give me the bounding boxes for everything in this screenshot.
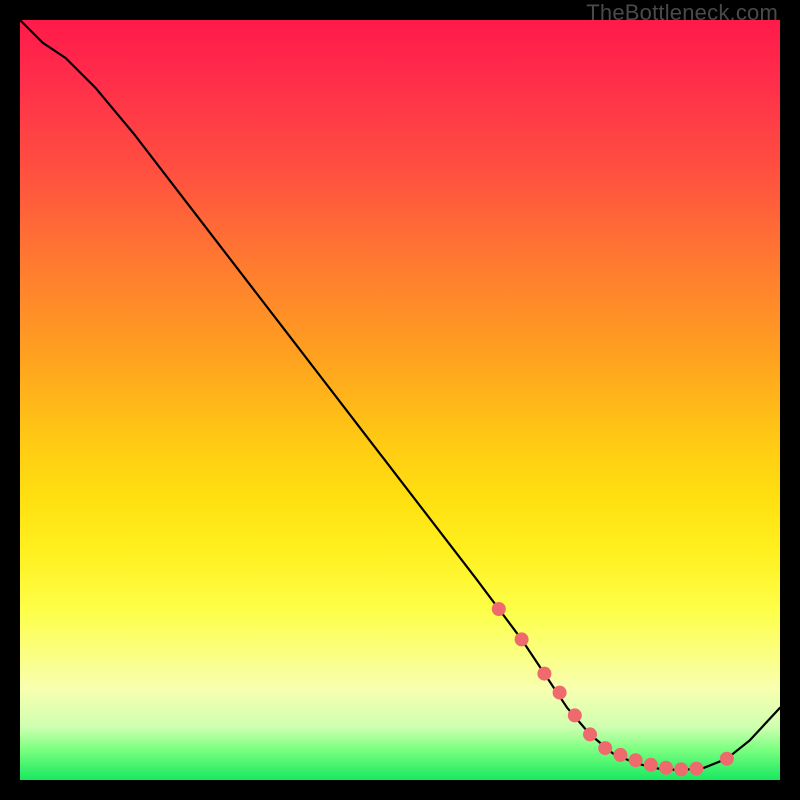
marker-dot bbox=[613, 748, 627, 762]
marker-dot bbox=[492, 602, 506, 616]
chart-frame: TheBottleneck.com bbox=[0, 0, 800, 800]
marker-dot bbox=[537, 667, 551, 681]
marker-dot bbox=[598, 741, 612, 755]
marker-dot bbox=[720, 752, 734, 766]
marker-dot bbox=[568, 708, 582, 722]
bottleneck-curve bbox=[20, 20, 780, 770]
marker-dot bbox=[674, 762, 688, 776]
marker-dot bbox=[583, 727, 597, 741]
marker-dot bbox=[689, 762, 703, 776]
plot-area bbox=[20, 20, 780, 780]
marker-dot bbox=[515, 632, 529, 646]
marker-dot bbox=[644, 758, 658, 772]
marker-cluster bbox=[492, 602, 734, 776]
marker-dot bbox=[629, 753, 643, 767]
marker-dot bbox=[659, 761, 673, 775]
curve-svg bbox=[20, 20, 780, 780]
marker-dot bbox=[553, 686, 567, 700]
